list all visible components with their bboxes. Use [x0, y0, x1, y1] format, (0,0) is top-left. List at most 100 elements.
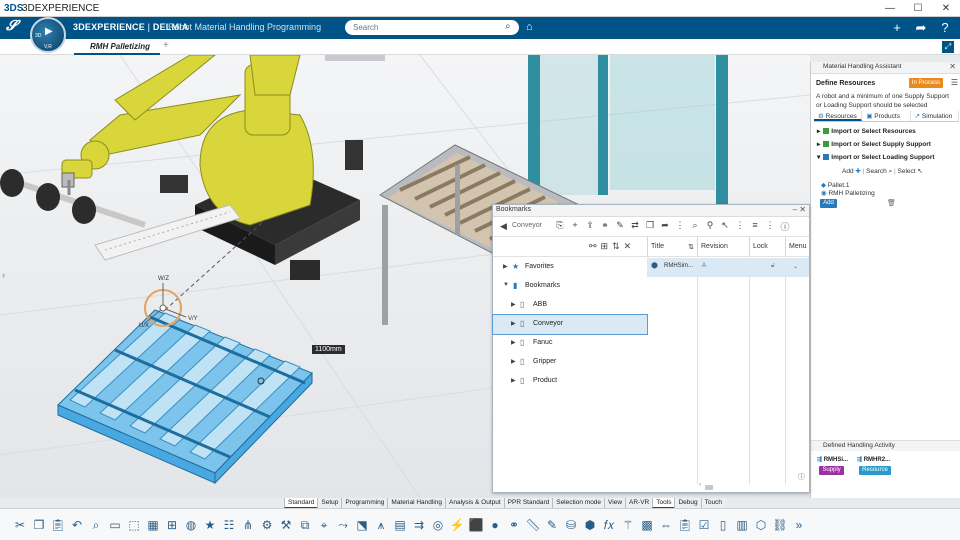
- expand-arrow-icon[interactable]: ▶: [511, 320, 516, 327]
- section-tab-setup[interactable]: Setup: [317, 498, 342, 508]
- ds-logo-icon[interactable]: 𝓢: [6, 19, 17, 35]
- collapse-arrow-icon[interactable]: ▾: [817, 154, 820, 161]
- section-tab-programming[interactable]: Programming: [341, 498, 388, 508]
- formula-icon[interactable]: 𝑓𝑥: [601, 517, 617, 533]
- section-import-loading[interactable]: ▾ Import or Select Loading Support: [817, 153, 935, 161]
- move-icon[interactable]: ⇄: [630, 220, 640, 233]
- search-icon[interactable]: ⌕: [690, 220, 700, 233]
- tab-rmh-palletizing[interactable]: RMH Palletizing: [74, 39, 160, 55]
- column-title[interactable]: Title ⇅: [647, 237, 697, 257]
- horizontal-scrollbar[interactable]: ‹: [647, 482, 809, 491]
- matrix-icon[interactable]: ▩: [639, 517, 655, 533]
- expand-icon[interactable]: ⤢: [942, 41, 954, 53]
- activity-item-resource[interactable]: ⇶ RMHR2...: [857, 456, 890, 463]
- add-tab-button[interactable]: +: [163, 40, 169, 51]
- section-import-supply[interactable]: ▸ Import or Select Supply Support: [817, 140, 931, 148]
- activity-item-supply[interactable]: ⇶ RMHSi...: [817, 456, 848, 463]
- compare-icon[interactable]: ⇔: [658, 517, 674, 533]
- minimize-button[interactable]: —: [876, 0, 904, 17]
- share-arrow-icon[interactable]: ➦: [660, 220, 670, 233]
- section-tab-tools[interactable]: Tools: [652, 498, 675, 508]
- filter-icon[interactable]: ⚲: [705, 220, 715, 233]
- tree-expand-icon[interactable]: ⊞: [601, 241, 609, 252]
- expand-arrow-icon[interactable]: ▸: [817, 128, 820, 135]
- sphere-icon[interactable]: ●: [487, 517, 503, 533]
- more-vertical-icon[interactable]: ⋮: [735, 220, 745, 233]
- tab-simulation[interactable]: ↗ Simulation: [911, 111, 959, 121]
- info-icon[interactable]: ⓘ: [798, 472, 805, 482]
- section-tab-material-handling[interactable]: Material Handling: [387, 498, 445, 508]
- list-item[interactable]: ◉ RMH Palletizing: [821, 190, 875, 198]
- column-revision[interactable]: Revision: [697, 237, 749, 257]
- upload-icon[interactable]: ⇪: [585, 220, 595, 233]
- section-tab-analysis-output[interactable]: Analysis & Output: [445, 498, 504, 508]
- frame-icon[interactable]: ⬔: [354, 517, 370, 533]
- search-input[interactable]: [345, 20, 519, 35]
- add-icon[interactable]: +: [570, 220, 580, 233]
- more-vertical-icon[interactable]: ⋮: [765, 220, 775, 233]
- collapse-arrow-icon[interactable]: ▼: [503, 282, 509, 288]
- wand-icon[interactable]: ⚚: [620, 517, 636, 533]
- pallet-icon[interactable]: ▤: [392, 517, 408, 533]
- tree-node-product[interactable]: ▶ ▯ Product: [493, 372, 647, 391]
- scroll-left-icon[interactable]: ‹: [699, 482, 701, 488]
- settings-icon[interactable]: ⚙: [259, 517, 275, 533]
- add-icon[interactable]: +: [890, 20, 904, 35]
- row-menu-chevron-icon[interactable]: ⌄: [793, 263, 798, 270]
- lock-icon[interactable]: 🔓︎: [771, 263, 775, 270]
- share-icon[interactable]: ➦: [914, 20, 928, 35]
- link-icon[interactable]: ⚭: [600, 220, 610, 233]
- teach-icon[interactable]: ⌖: [316, 517, 332, 533]
- section-tab-view[interactable]: View: [604, 498, 626, 508]
- tree-node-bookmarks[interactable]: ▼ ▮ Bookmarks: [493, 277, 647, 296]
- program-icon[interactable]: ⧉: [297, 517, 313, 533]
- tree-node-conveyor[interactable]: ▶ ▯ Conveyor: [492, 314, 648, 335]
- table-icon[interactable]: ⊞: [164, 517, 180, 533]
- copy-icon[interactable]: ❐: [31, 517, 47, 533]
- section-import-resources[interactable]: ▸ Import or Select Resources: [817, 127, 916, 135]
- pointer-icon[interactable]: ↖: [720, 220, 730, 233]
- link-icon[interactable]: ⚭: [506, 517, 522, 533]
- gripper-icon[interactable]: ⩚: [373, 517, 389, 533]
- sensor-icon[interactable]: ◎: [430, 517, 446, 533]
- section-tab-standard[interactable]: Standard: [284, 498, 318, 508]
- paste-icon[interactable]: 📋︎: [50, 517, 66, 533]
- bookmarks-minimize-icon[interactable]: –: [793, 205, 797, 214]
- zoom-icon[interactable]: ⌕: [88, 517, 104, 533]
- play-icon[interactable]: ▶: [45, 26, 53, 37]
- tree-node-gripper[interactable]: ▶ ▯ Gripper: [493, 353, 647, 372]
- undo-icon[interactable]: ↶: [69, 517, 85, 533]
- tab-products[interactable]: ▣ Products: [862, 111, 911, 121]
- copy-icon[interactable]: ❐: [645, 220, 655, 233]
- tag-icon[interactable]: ⌂: [526, 21, 533, 33]
- select-action[interactable]: Select ↖: [898, 168, 923, 175]
- server-icon[interactable]: ▥: [734, 517, 750, 533]
- signal-icon[interactable]: ⚡: [449, 517, 465, 533]
- search-action[interactable]: Search ⌕: [866, 168, 892, 175]
- section-tab-ar-vr[interactable]: AR-VR: [625, 498, 653, 508]
- clipboard-icon[interactable]: 📋︎: [677, 517, 693, 533]
- back-arrow-icon[interactable]: ◀: [500, 221, 507, 232]
- sort-icon[interactable]: ⇅: [688, 243, 694, 251]
- expand-arrow-icon[interactable]: ▸: [817, 141, 820, 148]
- section-tab-selection-mode[interactable]: Selection mode: [552, 498, 605, 508]
- screen-capture-icon[interactable]: ▭: [107, 517, 123, 533]
- close-button[interactable]: ✕: [932, 0, 960, 17]
- info-icon[interactable]: ⓘ: [780, 220, 790, 233]
- add-action[interactable]: Add ✚: [842, 168, 861, 175]
- expand-arrow-icon[interactable]: ▶: [503, 263, 508, 270]
- menu-icon[interactable]: ☰: [951, 78, 958, 87]
- column-menu[interactable]: Menu: [785, 237, 809, 257]
- cut-icon[interactable]: ✂: [12, 517, 28, 533]
- list-icon[interactable]: ☷: [221, 517, 237, 533]
- tree-sort-icon[interactable]: ⇅: [612, 241, 620, 252]
- measure-icon[interactable]: 📏︎: [525, 517, 541, 533]
- help-icon[interactable]: ?: [938, 20, 952, 35]
- star-icon[interactable]: ★: [202, 517, 218, 533]
- edit-icon[interactable]: ✎: [615, 220, 625, 233]
- assistant-close-icon[interactable]: ✕: [949, 62, 956, 71]
- expand-arrow-icon[interactable]: ▶: [511, 358, 516, 365]
- expand-arrow-icon[interactable]: ▶: [511, 339, 516, 346]
- globe-icon[interactable]: ◍: [183, 517, 199, 533]
- more-icon[interactable]: »: [791, 517, 807, 533]
